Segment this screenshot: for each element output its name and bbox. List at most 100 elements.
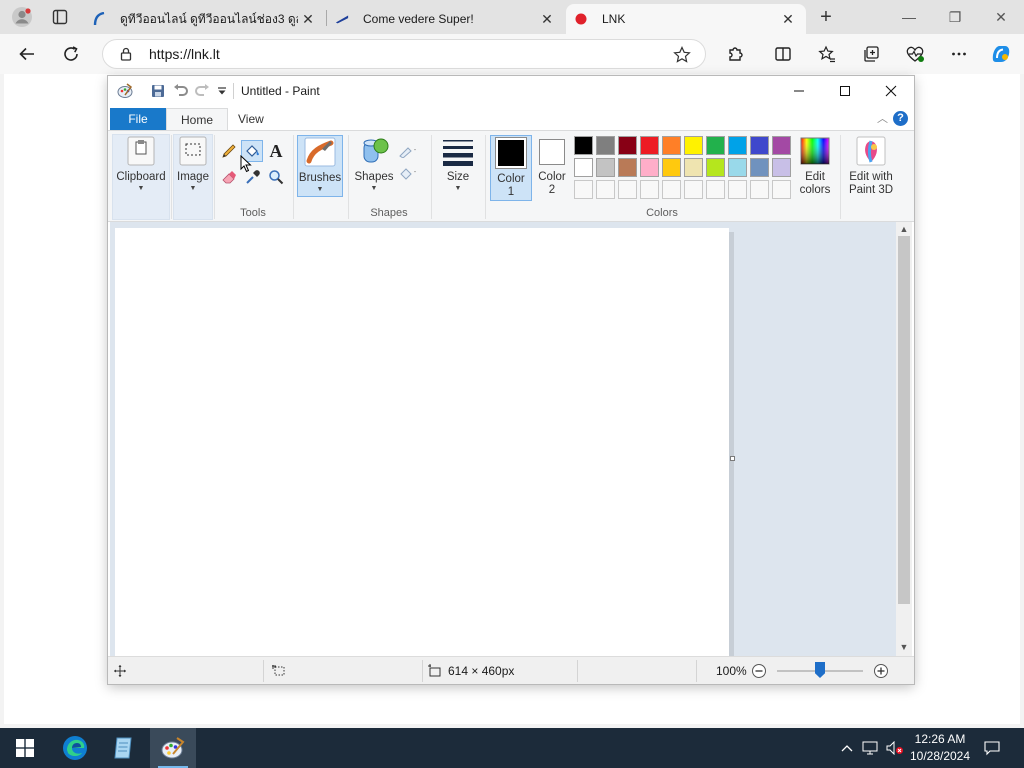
paint-maximize-button[interactable] — [822, 76, 868, 106]
edit-with-paint3d-button[interactable]: Edit with Paint 3D — [844, 135, 898, 197]
browser-essentials-button[interactable] — [900, 40, 930, 68]
palette-swatch[interactable] — [574, 136, 593, 155]
shapes-button[interactable]: Shapes ▼ — [352, 135, 396, 192]
taskbar-paint-button[interactable] — [150, 728, 196, 768]
palette-swatch[interactable] — [640, 136, 659, 155]
color1-button[interactable]: Color 1 — [490, 135, 532, 201]
brushes-button[interactable]: Brushes ▼ — [297, 135, 343, 197]
volume-muted-icon[interactable] — [884, 728, 906, 768]
system-clock[interactable]: 12:26 AM 10/28/2024 — [904, 731, 976, 765]
custom-color-slot[interactable] — [706, 180, 725, 199]
help-icon[interactable]: ? — [893, 111, 908, 126]
taskbar-edge-button[interactable] — [52, 728, 98, 768]
custom-color-slot[interactable] — [728, 180, 747, 199]
palette-swatch[interactable] — [684, 158, 703, 177]
taskbar-notepad-button[interactable] — [100, 728, 146, 768]
customize-qa-chevron-icon[interactable] — [214, 83, 230, 99]
palette-swatch[interactable] — [706, 158, 725, 177]
fill-icon[interactable] — [398, 163, 418, 183]
eraser-icon[interactable] — [219, 167, 239, 187]
palette-swatch[interactable] — [750, 158, 769, 177]
custom-color-slot[interactable] — [772, 180, 791, 199]
palette-swatch[interactable] — [706, 136, 725, 155]
custom-color-slot[interactable] — [684, 180, 703, 199]
refresh-button[interactable] — [56, 40, 86, 68]
color2-button[interactable]: Color 2 — [534, 135, 570, 197]
address-bar[interactable]: https://lnk.lt — [102, 39, 706, 69]
scrollbar-thumb[interactable] — [898, 236, 910, 604]
canvas-resize-handle[interactable] — [730, 456, 735, 461]
paint-app-icon[interactable] — [117, 83, 133, 99]
palette-swatch[interactable] — [772, 136, 791, 155]
tab-close-icon[interactable]: ✕ — [298, 11, 318, 28]
tab-close-icon[interactable]: ✕ — [537, 11, 557, 28]
clipboard-button[interactable]: Clipboard ▼ — [114, 135, 168, 192]
browser-restore-button[interactable]: ❐ — [932, 0, 978, 34]
collections-button[interactable] — [856, 40, 886, 68]
network-icon[interactable] — [860, 728, 880, 768]
profile-avatar-icon[interactable] — [8, 4, 36, 30]
tab-file[interactable]: File — [110, 108, 166, 130]
scroll-up-arrow-icon[interactable]: ▲ — [896, 224, 912, 234]
palette-swatch[interactable] — [596, 158, 615, 177]
palette-swatch[interactable] — [662, 158, 681, 177]
collapse-ribbon-chevron-icon[interactable]: ︿ — [877, 110, 888, 126]
outline-icon[interactable] — [398, 141, 418, 161]
vertical-scrollbar[interactable]: ▲ ▼ — [896, 222, 912, 656]
tab-actions-icon[interactable] — [46, 4, 74, 30]
paint-minimize-button[interactable] — [776, 76, 822, 106]
palette-swatch[interactable] — [684, 136, 703, 155]
text-tool-icon[interactable]: A — [266, 141, 286, 161]
browser-tab-3-active[interactable]: LNK ✕ — [566, 4, 806, 34]
tab-home[interactable]: Home — [166, 108, 229, 130]
browser-minimize-button[interactable]: — — [886, 0, 932, 34]
redo-icon[interactable] — [194, 83, 210, 99]
show-hidden-icons-chevron-icon[interactable] — [838, 728, 856, 768]
palette-swatch[interactable] — [618, 136, 637, 155]
image-button[interactable]: Image ▼ — [174, 135, 212, 192]
start-button[interactable] — [2, 728, 48, 768]
custom-color-slot[interactable] — [640, 180, 659, 199]
palette-swatch[interactable] — [728, 158, 747, 177]
custom-color-slot[interactable] — [596, 180, 615, 199]
custom-color-slot[interactable] — [618, 180, 637, 199]
palette-swatch[interactable] — [574, 158, 593, 177]
paint-close-button[interactable] — [868, 76, 914, 106]
favorite-star-icon[interactable] — [673, 46, 691, 64]
palette-swatch[interactable] — [750, 136, 769, 155]
pencil-icon[interactable] — [219, 141, 239, 161]
palette-swatch[interactable] — [618, 158, 637, 177]
custom-color-slot[interactable] — [574, 180, 593, 199]
palette-swatch[interactable] — [640, 158, 659, 177]
new-tab-button[interactable]: + — [812, 4, 840, 30]
back-button[interactable] — [12, 40, 42, 68]
palette-swatch[interactable] — [728, 136, 747, 155]
palette-swatch[interactable] — [596, 136, 615, 155]
drawing-canvas[interactable] — [115, 228, 729, 656]
extensions-button[interactable] — [720, 40, 750, 68]
favorites-button[interactable] — [812, 40, 842, 68]
edit-colors-button[interactable]: Edit colors — [794, 135, 836, 197]
custom-color-slot[interactable] — [662, 180, 681, 199]
tab-close-icon[interactable]: ✕ — [778, 11, 798, 28]
size-button[interactable]: Size ▼ — [438, 135, 478, 192]
tab-view[interactable]: View — [224, 108, 278, 130]
palette-swatch[interactable] — [772, 158, 791, 177]
zoom-slider-thumb[interactable] — [815, 662, 825, 678]
custom-color-slot[interactable] — [750, 180, 769, 199]
copilot-button[interactable] — [986, 40, 1016, 68]
undo-icon[interactable] — [172, 83, 188, 99]
scroll-down-arrow-icon[interactable]: ▼ — [896, 642, 912, 652]
browser-close-button[interactable]: ✕ — [978, 0, 1024, 34]
save-icon[interactable] — [150, 83, 166, 99]
palette-swatch[interactable] — [662, 136, 681, 155]
browser-tab-1[interactable]: ดูทีวีออนไลน์ ดูทีวีออนไลน์ช่อง3 ดูสดละค… — [84, 4, 326, 34]
split-screen-button[interactable] — [768, 40, 798, 68]
address-url[interactable]: https://lnk.lt — [149, 46, 220, 62]
zoom-in-button[interactable] — [873, 657, 889, 685]
notifications-icon[interactable] — [980, 728, 1004, 768]
zoom-out-button[interactable] — [751, 657, 767, 685]
browser-tab-2[interactable]: Come vedere Super! ✕ — [327, 4, 565, 34]
more-menu-button[interactable] — [944, 40, 974, 68]
magnifier-icon[interactable] — [266, 167, 286, 187]
